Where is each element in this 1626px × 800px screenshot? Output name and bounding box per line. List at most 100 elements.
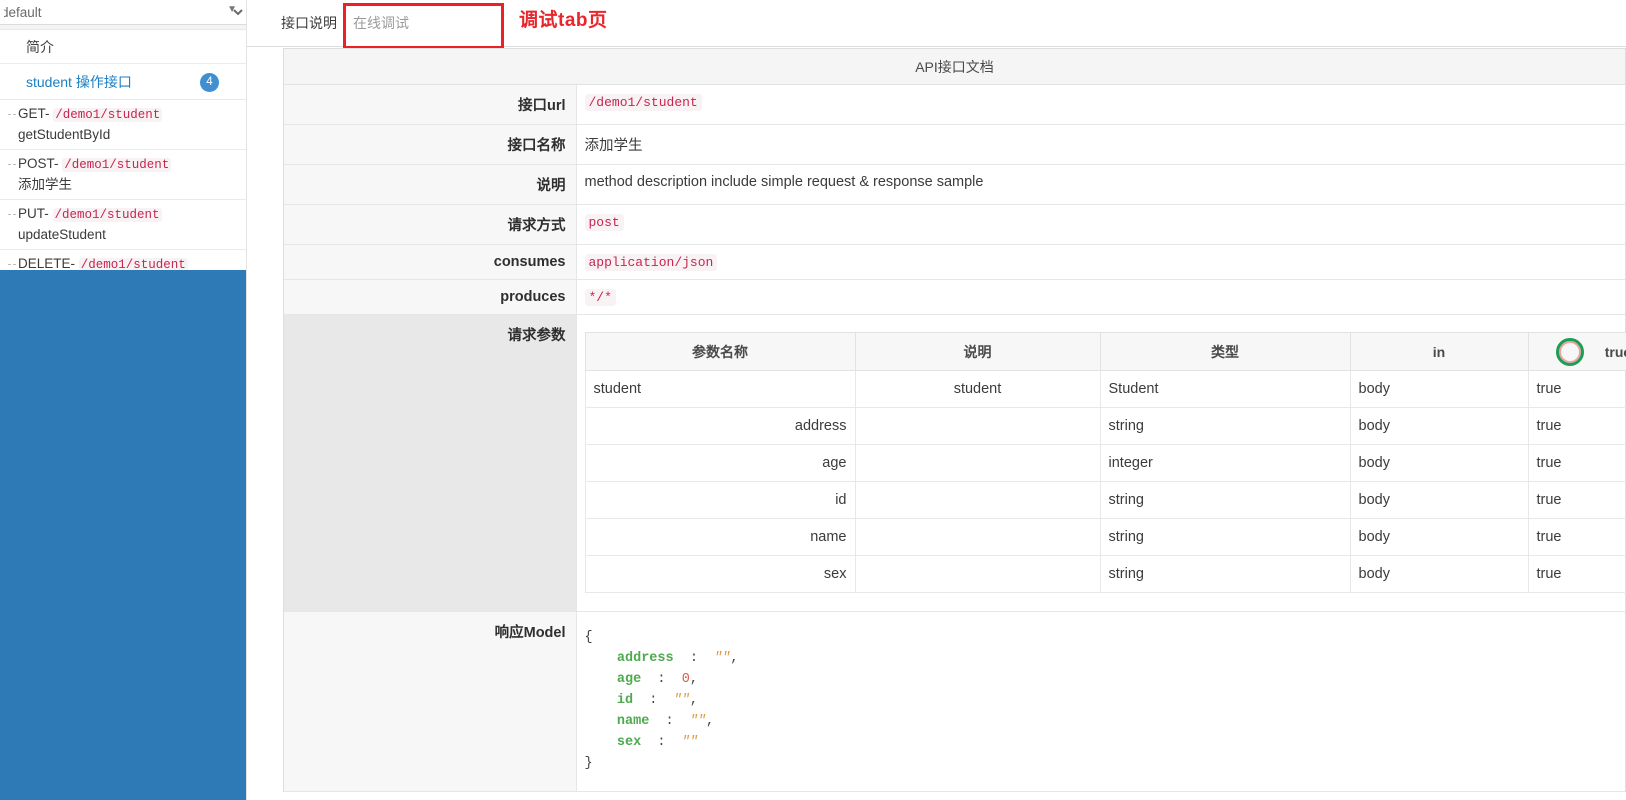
table-row: 接口名称 添加学生 — [284, 124, 1625, 165]
json-punct: : — [673, 651, 715, 666]
cell-param-name: name — [584, 518, 856, 556]
cell-description — [854, 444, 1101, 482]
row-value-consumes: application/json — [576, 244, 1625, 280]
table-row: 说明 method description include simple req… — [284, 164, 1625, 205]
row-label-method: 请求方式 — [284, 204, 577, 245]
row-value-url: /demo1/student — [576, 85, 1625, 125]
cell-in: body — [1349, 407, 1529, 445]
json-punct: : — [641, 672, 682, 687]
cell-in: body — [1349, 444, 1529, 482]
cell-required: true — [1527, 481, 1626, 519]
annotation-label: 调试tab页 — [519, 10, 608, 31]
sidebar-group-count-badge: 4 — [200, 73, 219, 92]
main-content: 接口说明 在线调试 调试tab页 API接口文档 接口url /demo1/st… — [247, 0, 1626, 800]
cell-type: string — [1099, 407, 1351, 445]
row-value-method: post — [576, 204, 1625, 245]
cell-required: true — [1527, 518, 1626, 556]
cell-description — [854, 481, 1101, 519]
http-method-label: PUT- — [18, 206, 49, 221]
table-row: 接口url /demo1/student — [284, 85, 1625, 125]
json-punct: : — [633, 693, 674, 708]
col-header-in: in — [1349, 332, 1529, 371]
col-header-type: 类型 — [1099, 332, 1351, 371]
table-row: sex string body true — [584, 555, 1626, 593]
api-description-text: method description include simple reques… — [584, 174, 984, 190]
cell-description — [854, 407, 1101, 445]
sidebar-group-student[interactable]: student 操作接口 4 — [0, 64, 246, 100]
json-key: id — [616, 693, 634, 708]
json-key: sex — [616, 735, 642, 750]
endpoint-url: /demo1/student — [53, 108, 163, 122]
json-number: 0 — [681, 672, 690, 687]
table-row: 响应Model { address : "", age : 0, id : ""… — [284, 611, 1626, 792]
http-method-code: post — [584, 214, 624, 231]
url-code: /demo1/student — [584, 94, 702, 111]
table-row: age integer body true — [584, 444, 1626, 482]
api-doc-card: API接口文档 接口url /demo1/student 接口名称 添加学生 说… — [283, 48, 1626, 792]
sidebar-item-put-student[interactable]: PUT- /demo1/student updateStudent — [0, 200, 246, 250]
page-root: default ▼ 简介 student 操作接口 4 GET- /demo1/… — [0, 0, 1626, 800]
sidebar: default ▼ 简介 student 操作接口 4 GET- /demo1/… — [0, 0, 247, 800]
table-row: student student Student body true — [584, 370, 1626, 408]
row-value-request-params: 参数名称 说明 类型 in true studentstudentStudent… — [576, 314, 1626, 612]
json-string: "" — [673, 693, 690, 708]
cell-description — [854, 555, 1101, 593]
api-definition-table: 接口url /demo1/student 接口名称 添加学生 说明 method… — [284, 85, 1626, 792]
col-header-required: true — [1527, 332, 1626, 371]
cell-type: Student — [1099, 370, 1351, 408]
json-punct: } — [584, 756, 593, 771]
row-label-response-model: 响应Model — [284, 611, 577, 792]
row-label-request-params: 请求参数 — [284, 314, 577, 612]
sidebar-item-get-student[interactable]: GET- /demo1/student getStudentById — [0, 100, 246, 150]
request-parameters-table: 参数名称 说明 类型 in true studentstudentStudent… — [584, 332, 1626, 593]
json-punct: , — [730, 651, 739, 666]
json-string: "" — [714, 651, 731, 666]
cell-type: string — [1099, 518, 1351, 556]
table-row: id string body true — [584, 481, 1626, 519]
cell-in: body — [1349, 370, 1529, 408]
table-row: consumes application/json — [284, 244, 1625, 280]
http-method-label: DELETE- — [18, 256, 76, 271]
cell-in: body — [1349, 481, 1529, 519]
cell-param-name: sex — [584, 555, 856, 593]
cell-required: true — [1527, 555, 1626, 593]
group-select-wrapper[interactable]: default ▼ — [0, 0, 246, 25]
json-punct: , — [689, 672, 698, 687]
sidebar-item-operation-name: updateStudent — [18, 227, 106, 242]
json-key: address — [616, 651, 674, 666]
sidebar-item-endpoint: PUT- /demo1/student — [18, 204, 240, 225]
endpoint-url: /demo1/student — [52, 208, 162, 222]
cell-in: body — [1349, 555, 1529, 593]
endpoint-url: /demo1/student — [62, 158, 172, 172]
cell-param-name: age — [584, 444, 856, 482]
tab-online-debug[interactable]: 在线调试 — [343, 0, 419, 46]
json-key: age — [616, 672, 642, 687]
row-label-description: 说明 — [284, 164, 577, 205]
json-key: name — [616, 714, 650, 729]
group-select[interactable]: default — [0, 0, 246, 25]
cell-required: true — [1527, 444, 1626, 482]
json-punct: { — [584, 630, 593, 645]
row-label-produces: produces — [284, 279, 577, 315]
col-header-param-name: 参数名称 — [584, 332, 856, 371]
sidebar-item-operation-name: getStudentById — [18, 127, 111, 142]
row-label-consumes: consumes — [284, 244, 577, 280]
table-row: 请求参数 参数名称 说明 类型 in true — [284, 314, 1626, 612]
json-punct: , — [706, 714, 715, 729]
row-value-name: 添加学生 — [576, 124, 1625, 165]
row-value-produces: */* — [576, 279, 1625, 315]
cell-type: integer — [1099, 444, 1351, 482]
produces-code: */* — [584, 289, 616, 306]
tab-api-description[interactable]: 接口说明 — [271, 0, 347, 46]
cell-description: student — [854, 370, 1101, 408]
cell-param-name: id — [584, 481, 856, 519]
card-title: API接口文档 — [284, 49, 1625, 85]
sidebar-item-operation-name: 添加学生 — [18, 177, 72, 192]
response-model-json: { address : "", age : 0, id : "", name :… — [585, 621, 1626, 782]
col-header-description: 说明 — [854, 332, 1101, 371]
table-row: address string body true — [584, 407, 1626, 445]
sidebar-item-intro[interactable]: 简介 — [0, 30, 246, 64]
http-method-label: GET- — [18, 106, 50, 121]
cell-type: string — [1099, 481, 1351, 519]
sidebar-item-post-student[interactable]: POST- /demo1/student 添加学生 — [0, 150, 246, 200]
